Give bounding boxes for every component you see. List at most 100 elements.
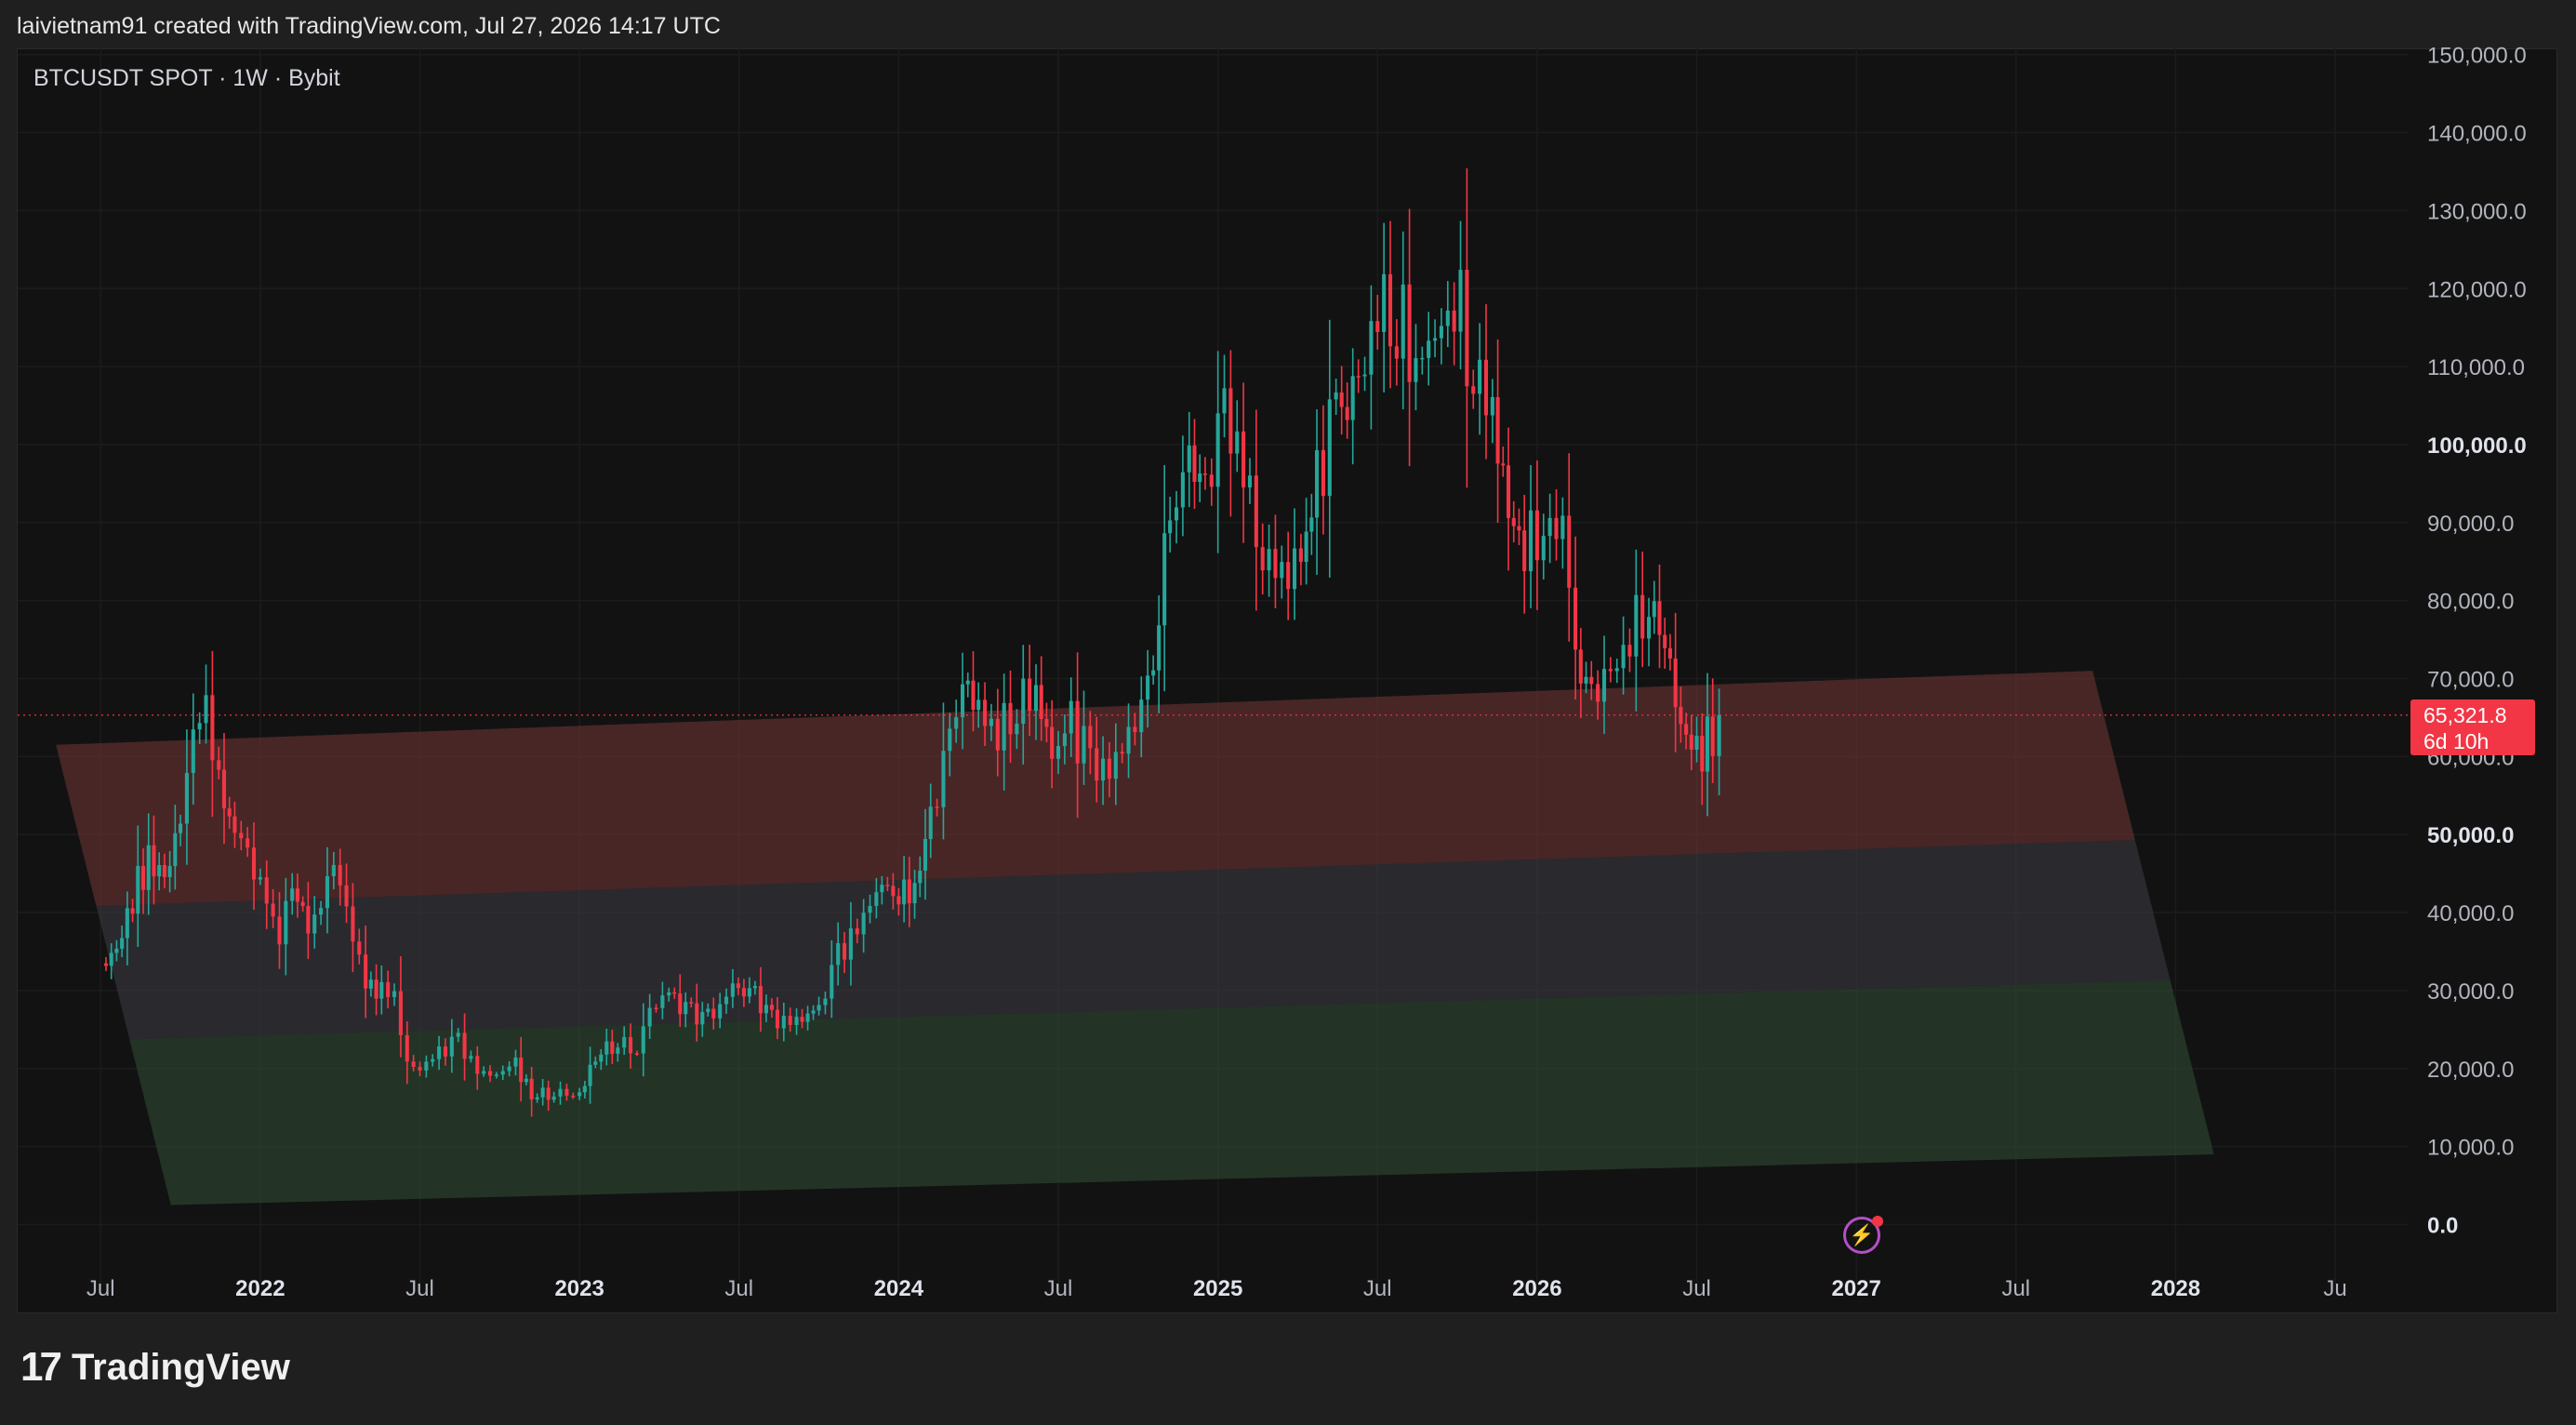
candle-body	[157, 864, 162, 877]
candle-body	[1517, 526, 1521, 531]
candle-body	[1242, 431, 1246, 488]
time-axis-label: Jul	[2001, 1276, 2030, 1301]
candle-body	[1433, 338, 1438, 341]
candle-body	[571, 1095, 576, 1098]
candle-body	[976, 699, 981, 711]
candle-body	[880, 885, 884, 893]
candle-body	[1044, 718, 1049, 727]
candle-body	[295, 888, 299, 902]
candle-body	[1015, 724, 1019, 735]
candle-body	[730, 983, 735, 997]
candle-body	[1120, 752, 1124, 754]
price-axis-label: 110,000.0	[2427, 355, 2525, 380]
candle-body	[469, 1056, 473, 1059]
price-axis-label: 20,000.0	[2427, 1058, 2514, 1083]
time-axis-label: Ju	[2323, 1276, 2346, 1301]
time-axis-label: Jul	[405, 1276, 434, 1301]
candle-body	[507, 1066, 511, 1072]
candle-body	[191, 729, 195, 774]
candle-body	[500, 1071, 505, 1075]
candle-body	[1198, 473, 1202, 483]
candle-body	[1439, 326, 1443, 339]
candle-body	[258, 877, 262, 880]
candle-body	[290, 888, 295, 901]
candle-body	[1254, 475, 1258, 548]
candle-body	[588, 1064, 592, 1086]
candle-body	[941, 751, 946, 807]
candle-body	[239, 832, 244, 839]
candle-body	[918, 871, 923, 884]
time-axis-label: 2028	[2151, 1276, 2200, 1301]
candle-body	[179, 823, 183, 833]
candle-body	[217, 760, 221, 770]
time-axis-label: 2023	[554, 1276, 604, 1301]
candle-body	[162, 864, 166, 877]
candle-body	[1407, 284, 1412, 382]
candle-body	[1315, 449, 1320, 518]
candle-body	[1465, 270, 1469, 387]
candle-body	[1710, 716, 1715, 756]
candle-body	[1547, 517, 1552, 537]
candle-body	[948, 728, 952, 752]
time-axis-label: 2026	[1512, 1276, 1561, 1301]
candle-body	[167, 866, 172, 877]
candle-body	[935, 806, 939, 808]
candle-body	[1401, 284, 1405, 359]
candle-body	[130, 908, 135, 914]
candle-body	[1522, 530, 1527, 572]
price-chart[interactable]: 0.0 10,000.0 20,000.0 30,000.0 40,000.0 50,00…	[0, 0, 2576, 1425]
candle-body	[1369, 321, 1374, 375]
candle-body	[629, 1036, 633, 1054]
price-axis-label: 150,000.0	[2427, 44, 2527, 69]
candle-body	[1495, 396, 1500, 464]
candle-body	[437, 1046, 442, 1059]
candle-body	[678, 993, 683, 1015]
candle-body	[1292, 548, 1297, 590]
candle-body	[487, 1071, 493, 1076]
candle-body	[995, 718, 1000, 751]
candle-body	[700, 1012, 705, 1025]
candle-body	[1667, 647, 1672, 659]
candle-body	[1021, 678, 1026, 725]
candle-body	[1334, 392, 1338, 400]
candle-body	[711, 1008, 716, 1019]
candle-body	[374, 979, 378, 999]
candle-body	[1483, 359, 1489, 416]
candle-body	[641, 1026, 645, 1054]
candle-body	[724, 996, 729, 1005]
candle-body	[418, 1067, 422, 1071]
candle-body	[357, 941, 362, 955]
tradingview-logo[interactable]: 17 TradingView	[20, 1344, 290, 1391]
candle-body	[1157, 625, 1162, 671]
time-axis-label: 2027	[1831, 1276, 1880, 1301]
candle-body	[392, 991, 397, 997]
tradingview-logo-mark: 17	[20, 1344, 62, 1390]
candle-body	[672, 992, 677, 994]
symbol-legend[interactable]: BTCUSDT SPOT · 1W · Bybit	[33, 65, 340, 92]
candle-body	[494, 1074, 498, 1076]
candle-body	[954, 717, 959, 729]
candle-body	[1280, 562, 1284, 579]
candle-body	[752, 986, 757, 989]
candle-body	[907, 879, 911, 904]
candle-body	[647, 1007, 652, 1027]
flash-alert-icon[interactable]: ⚡	[1843, 1216, 1883, 1254]
price-axis-label: 50,000.0	[2427, 823, 2514, 848]
candle-body	[823, 998, 828, 1005]
candle-body	[1095, 748, 1099, 781]
candle-body	[1621, 645, 1626, 669]
parallel-channel-drawing	[56, 671, 2214, 1205]
candle-body	[368, 979, 373, 989]
candle-body	[1627, 645, 1632, 657]
candle-body	[232, 816, 237, 833]
candle-body	[1088, 726, 1093, 749]
candle-body	[338, 864, 342, 886]
candle-body	[1471, 386, 1476, 394]
candle-body	[184, 773, 189, 824]
candle-body	[1107, 758, 1111, 779]
price-axis-label: 120,000.0	[2427, 277, 2527, 302]
candle-body	[1362, 374, 1367, 377]
candle-body	[1002, 702, 1006, 751]
candle-body	[764, 1005, 768, 1014]
candle-body	[456, 1032, 460, 1037]
